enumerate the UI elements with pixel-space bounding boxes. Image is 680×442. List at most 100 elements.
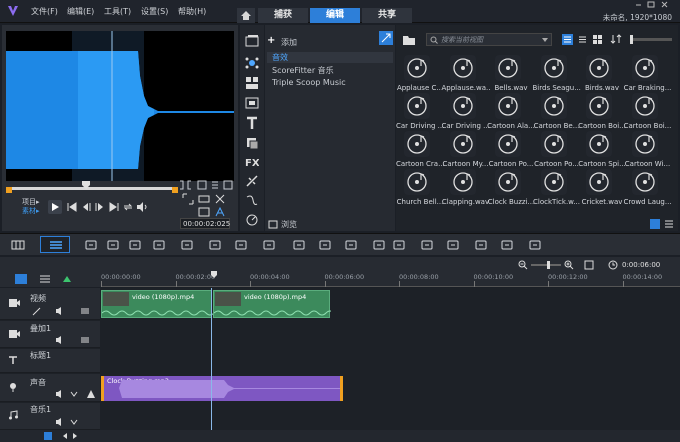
title-icon[interactable] — [245, 116, 259, 130]
time-ruler[interactable]: 00:00:00:00 00:00:02:00 00:00:04:00 00:00:0… — [101, 271, 680, 287]
category-item[interactable]: Triple Scoop Music — [272, 77, 346, 88]
library-menu-icon[interactable] — [664, 219, 674, 229]
menu-tools[interactable]: 工具(T) — [104, 6, 131, 17]
scroll-left-icon[interactable] — [62, 432, 68, 440]
fit-project-icon[interactable] — [584, 260, 594, 270]
zoom-out-icon[interactable] — [518, 260, 528, 270]
storyboard-view-icon[interactable] — [11, 238, 25, 252]
speaker-icon[interactable] — [55, 335, 65, 345]
trim-icon[interactable] — [180, 238, 194, 252]
chevron-down-icon[interactable] — [70, 391, 78, 397]
sound-effect-item[interactable]: ClockTick.w... — [533, 167, 580, 211]
pan-zoom-icon[interactable] — [420, 238, 434, 252]
record-icon[interactable] — [500, 238, 514, 252]
volume-button[interactable] — [136, 201, 148, 213]
playhead-line[interactable] — [211, 288, 212, 430]
zoom-slider[interactable] — [531, 261, 561, 269]
fx-icon[interactable]: FX — [245, 155, 259, 169]
playhead-handle[interactable] — [82, 181, 90, 189]
track-toggle-icon[interactable] — [44, 432, 52, 440]
home-start-button[interactable] — [66, 201, 78, 213]
motion-icon[interactable] — [372, 238, 386, 252]
graphics-icon[interactable] — [245, 136, 259, 150]
mode-clip[interactable]: 素材▸ — [22, 206, 40, 216]
folder-icon[interactable] — [402, 34, 416, 46]
undo-icon[interactable] — [128, 238, 142, 252]
media-icon[interactable] — [245, 34, 259, 48]
thumbnail-size-slider[interactable] — [630, 35, 672, 44]
chapter-icon[interactable] — [38, 273, 52, 287]
audio-mixer-icon[interactable] — [292, 238, 306, 252]
playhead-marker[interactable] — [211, 271, 217, 278]
detail-view-button[interactable] — [592, 34, 603, 45]
video-clip[interactable]: video (1080p).mp4 — [213, 290, 331, 318]
speaker-icon[interactable] — [55, 389, 65, 399]
grid-view-button[interactable] — [562, 34, 573, 45]
instant-project-icon[interactable] — [245, 76, 259, 90]
speaker-icon[interactable] — [55, 417, 65, 427]
hd-preview-button[interactable] — [198, 206, 210, 218]
add-button[interactable]: + 添加 — [267, 35, 297, 47]
sort-button[interactable] — [610, 33, 622, 45]
zoom-in-icon[interactable] — [564, 260, 574, 270]
transition-icon[interactable] — [245, 174, 259, 188]
edit-pen-icon[interactable] — [32, 306, 42, 316]
tab-share[interactable]: 共享 — [362, 8, 412, 23]
scroll-right-icon[interactable] — [72, 432, 78, 440]
speed-icon[interactable] — [245, 212, 259, 226]
add-track-icon[interactable] — [528, 238, 542, 252]
speaker-icon[interactable] — [55, 306, 65, 316]
end-button[interactable] — [108, 201, 120, 213]
ripple-icon[interactable] — [86, 389, 96, 399]
redo-icon[interactable] — [152, 238, 166, 252]
chevron-down-icon[interactable] — [70, 419, 78, 425]
sound-effect-item[interactable]: Cricket.wav — [580, 167, 624, 211]
category-item[interactable]: ScoreFitter 音乐 — [272, 65, 334, 76]
ripple-icon[interactable] — [80, 335, 90, 345]
sound-effect-item[interactable]: Clock Buzzi... — [488, 167, 534, 211]
tab-edit[interactable]: 编辑 — [310, 8, 360, 23]
marker-icon[interactable] — [60, 273, 74, 287]
path-icon[interactable] — [245, 193, 259, 207]
sound-effect-item[interactable]: Clapping.wav — [442, 167, 489, 211]
menu-file[interactable]: 文件(F) — [31, 6, 58, 17]
snapshot-icon[interactable] — [208, 238, 222, 252]
play-button[interactable] — [48, 200, 62, 214]
search-input[interactable]: 搜索当前视图 — [426, 33, 552, 46]
menu-edit[interactable]: 编辑(E) — [67, 6, 94, 17]
ratio-button[interactable] — [198, 193, 210, 205]
sound-effect-item[interactable]: Church Bell... — [397, 167, 443, 211]
home-button[interactable] — [237, 8, 255, 23]
split-icon[interactable] — [262, 238, 276, 252]
auto-music-icon[interactable] — [318, 238, 332, 252]
scrub-slider[interactable] — [6, 181, 178, 195]
audio-mark-button[interactable] — [214, 206, 226, 218]
list-view-button[interactable] — [577, 34, 588, 45]
3d-title-icon[interactable] — [446, 238, 460, 252]
sound-effect-item[interactable]: Crowd Laug... — [624, 167, 672, 211]
scissors-icon[interactable] — [106, 238, 120, 252]
split-clip-button[interactable] — [214, 193, 226, 205]
template-icon[interactable] — [245, 96, 259, 110]
library-option-icon[interactable] — [650, 219, 660, 229]
track-manager-icon[interactable] — [14, 273, 28, 287]
category-item[interactable]: 音效 — [267, 52, 393, 63]
subtitle-icon[interactable] — [344, 238, 358, 252]
timeline-view-button[interactable] — [40, 236, 70, 253]
video-clip[interactable]: video (1080p).mp4 — [101, 290, 213, 318]
prev-frame-button[interactable] — [80, 201, 92, 213]
multicam-icon[interactable] — [474, 238, 488, 252]
audio-library-icon[interactable] — [245, 56, 259, 70]
timecode-display[interactable]: 00:00:02:025 — [180, 218, 230, 229]
mask-icon[interactable] — [392, 238, 406, 252]
menu-settings[interactable]: 设置(S) — [141, 6, 168, 17]
fit-icon[interactable] — [234, 238, 248, 252]
fullscreen-button[interactable] — [182, 193, 194, 205]
menu-help[interactable]: 帮助(H) — [178, 6, 206, 17]
ripple-icon[interactable] — [80, 306, 90, 316]
copy-icon[interactable] — [84, 238, 98, 252]
repeat-button[interactable] — [122, 201, 134, 213]
audio-clip[interactable]: Clock Buzzing.mp3 — [101, 376, 343, 401]
mark-in-handle[interactable] — [6, 187, 12, 193]
trim-controls[interactable] — [178, 179, 236, 191]
